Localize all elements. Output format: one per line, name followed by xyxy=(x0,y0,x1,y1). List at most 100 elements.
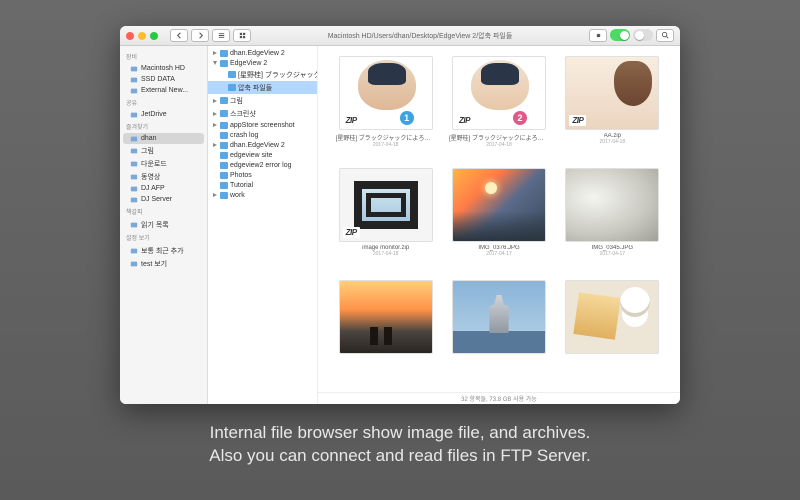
sidebar-item-label: 다운로드 xyxy=(141,159,167,169)
sidebar-item-label: DJ AFP xyxy=(141,185,165,192)
minimize-icon[interactable] xyxy=(138,32,146,40)
thumbnail-image xyxy=(565,280,659,354)
caret-icon xyxy=(212,132,218,138)
tree-item-label: Photos xyxy=(230,172,252,179)
traffic-lights xyxy=(126,32,158,40)
thumbnail-date: 2017-04-18 xyxy=(373,142,399,148)
thumbnail[interactable] xyxy=(332,280,439,386)
thumbnail-image: ZIP2 xyxy=(452,56,546,130)
folder-icon xyxy=(220,142,228,149)
disk-icon xyxy=(130,65,138,73)
sidebar-item[interactable]: DJ Server xyxy=(120,194,207,205)
forward-button[interactable] xyxy=(191,29,209,42)
view-list-button[interactable] xyxy=(212,29,230,42)
window-title: Macintosh HD/Users/dhan/Desktop/EdgeView… xyxy=(255,31,585,41)
action-button[interactable] xyxy=(589,29,607,42)
tree-item[interactable]: dhan.EdgeView 2 xyxy=(208,140,317,150)
tree-item[interactable]: edgeview site xyxy=(208,150,317,160)
disk-icon xyxy=(130,87,138,95)
folder-icon xyxy=(220,182,228,189)
thumbnail-image xyxy=(565,168,659,242)
zoom-icon[interactable] xyxy=(150,32,158,40)
tree-item[interactable]: appStore screenshot xyxy=(208,120,317,130)
thumbnail[interactable]: ZIP1[星野桂] ブラックジャックによろしく01.zip2017-04-18 xyxy=(332,56,439,162)
tree-item[interactable]: Photos xyxy=(208,170,317,180)
folder-icon xyxy=(228,71,236,78)
folder-icon xyxy=(220,162,228,169)
caret-icon xyxy=(212,142,218,148)
server-icon xyxy=(130,196,138,204)
folder-icon xyxy=(130,173,138,181)
tree-item-label: dhan.EdgeView 2 xyxy=(230,142,285,149)
zip-badge: ZIP xyxy=(456,115,473,126)
sidebar-section-header: 설정 보기 xyxy=(120,231,207,244)
tree-item-label: 그림 xyxy=(230,96,243,106)
tree-item[interactable]: [星野桂] ブラックジャックによろしく xyxy=(208,68,317,81)
zip-badge: ZIP xyxy=(569,115,586,126)
caret-icon xyxy=(212,122,218,128)
sidebar-item-label: 읽기 목록 xyxy=(141,220,169,230)
folder-icon xyxy=(220,172,228,179)
tree-item[interactable]: 그림 xyxy=(208,94,317,107)
caret-icon xyxy=(212,50,218,56)
thumbnail-label: [星野桂] ブラックジャックによろしく02.zip xyxy=(449,133,549,142)
view-grid-button[interactable] xyxy=(233,29,251,42)
back-button[interactable] xyxy=(170,29,188,42)
tree-item-label: 압축 파일들 xyxy=(238,83,272,93)
folder-icon xyxy=(130,147,138,155)
thumbnail[interactable]: IMG_0376.JPG2017-04-17 xyxy=(445,168,552,274)
sidebar-item[interactable]: JetDrive xyxy=(120,109,207,120)
sidebar-item[interactable]: test 보기 xyxy=(120,257,207,270)
sidebar-item-label: dhan xyxy=(141,135,157,142)
zip-badge: ZIP xyxy=(343,227,360,238)
tree-item-label: EdgeView 2 xyxy=(230,60,267,67)
sidebar-item[interactable]: DJ AFP xyxy=(120,183,207,194)
thumbnail-image xyxy=(452,168,546,242)
server-icon xyxy=(130,185,138,193)
thumbnail-image: ZIP xyxy=(565,56,659,130)
sidebar-item[interactable]: SSD DATA xyxy=(120,74,207,85)
sidebar-section-header: 즐겨찾기 xyxy=(120,120,207,133)
folder-icon xyxy=(220,97,228,104)
tree-item[interactable]: crash log xyxy=(208,130,317,140)
folder-icon xyxy=(220,50,228,57)
folder-icon xyxy=(220,122,228,129)
thumbnail[interactable]: ZIP2[星野桂] ブラックジャックによろしく02.zip2017-04-18 xyxy=(445,56,552,162)
tree-item[interactable]: work xyxy=(208,190,317,200)
sidebar-item-label: 동영상 xyxy=(141,172,160,182)
thumbnail-image: ZIP1 xyxy=(339,56,433,130)
sidebar-item[interactable]: 동영상 xyxy=(120,170,207,183)
sidebar-item[interactable]: 다운로드 xyxy=(120,157,207,170)
tree-item-label: edgeview site xyxy=(230,152,272,159)
zip-badge: ZIP xyxy=(343,115,360,126)
caret-icon xyxy=(212,162,218,168)
sidebar-section-header: 책갈피 xyxy=(120,205,207,218)
thumbnail[interactable]: ZIPAA.zip2017-04-18 xyxy=(559,56,666,162)
thumbnail[interactable]: IMG_0345.JPG2017-04-17 xyxy=(559,168,666,274)
tree-item-label: Tutorial xyxy=(230,182,253,189)
sidebar-item[interactable]: 보통 최근 추가 xyxy=(120,244,207,257)
thumbnail[interactable] xyxy=(559,280,666,386)
sidebar-item[interactable]: Macintosh HD xyxy=(120,63,207,74)
search-button[interactable] xyxy=(656,29,674,42)
sidebar-item[interactable]: 그림 xyxy=(120,144,207,157)
tree-item[interactable]: 압축 파일들 xyxy=(208,81,317,94)
tree-item[interactable]: EdgeView 2 xyxy=(208,58,317,68)
thumbnail-date: 2017-04-18 xyxy=(373,251,399,257)
caret-icon xyxy=(212,152,218,158)
toggle-preview[interactable] xyxy=(610,29,630,41)
sidebar-item[interactable]: dhan xyxy=(123,133,204,144)
close-icon[interactable] xyxy=(126,32,134,40)
titlebar: Macintosh HD/Users/dhan/Desktop/EdgeView… xyxy=(120,26,680,46)
thumbnail[interactable]: ZIPimage monitor.zip2017-04-18 xyxy=(332,168,439,274)
sidebar-item[interactable]: External New... xyxy=(120,85,207,96)
thumbnail[interactable] xyxy=(445,280,552,386)
caret-icon xyxy=(220,85,226,91)
toolbar-left xyxy=(170,29,251,42)
tree-item[interactable]: 스크린샷 xyxy=(208,107,317,120)
sidebar-item[interactable]: 읽기 목록 xyxy=(120,218,207,231)
tree-item[interactable]: Tutorial xyxy=(208,180,317,190)
tree-item[interactable]: dhan.EdgeView 2 xyxy=(208,48,317,58)
tree-item[interactable]: edgeview2 error log xyxy=(208,160,317,170)
toggle-hidden[interactable] xyxy=(633,29,653,41)
